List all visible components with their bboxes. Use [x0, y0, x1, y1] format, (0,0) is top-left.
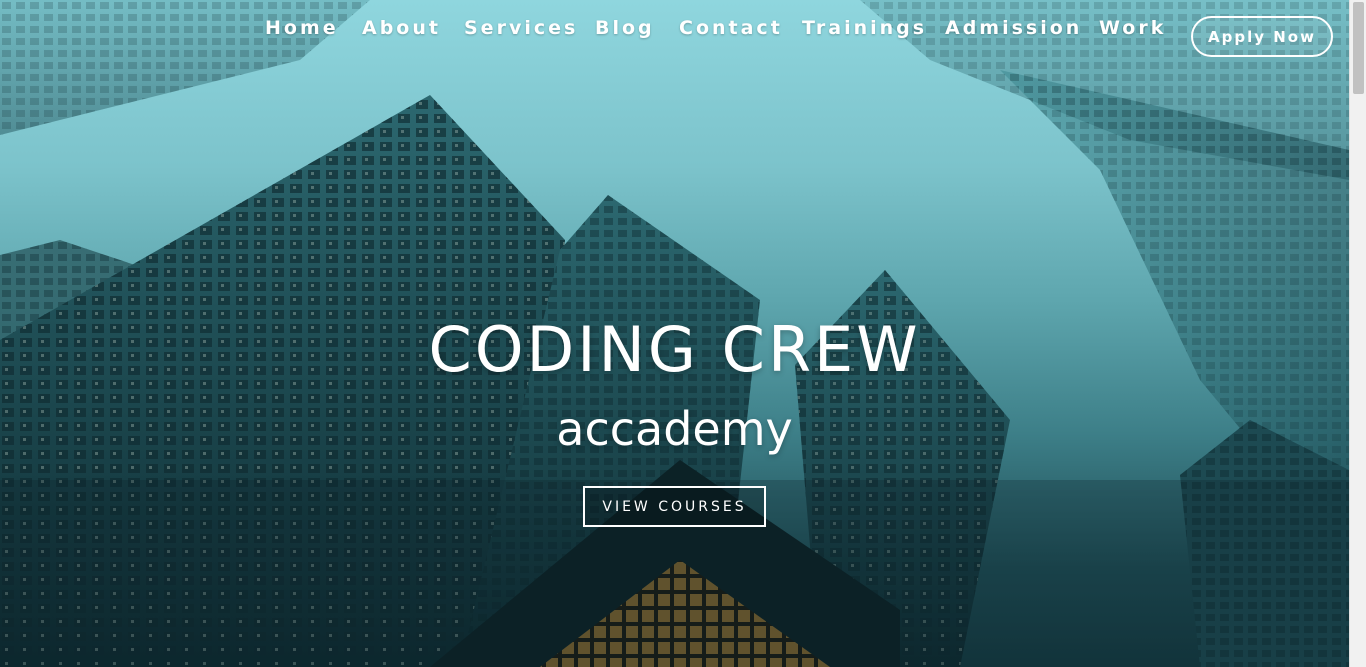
- nav-blog-link[interactable]: Blog: [595, 17, 655, 39]
- top-navigation: Home About Services Blog Contact Trainin…: [0, 0, 1349, 70]
- view-courses-button[interactable]: VIEW COURSES: [583, 486, 766, 527]
- hero-title: CODING CREW: [428, 313, 921, 386]
- hero-section: Home About Services Blog Contact Trainin…: [0, 0, 1349, 667]
- nav-about-link[interactable]: About: [362, 17, 441, 39]
- nav-services-link[interactable]: Services: [464, 17, 578, 39]
- nav-home-link[interactable]: Home: [265, 17, 339, 39]
- apply-now-button[interactable]: Apply Now: [1191, 16, 1333, 57]
- hero-subtitle: accademy: [556, 402, 793, 456]
- nav-work-link[interactable]: Work: [1099, 17, 1166, 39]
- nav-admission-link[interactable]: Admission: [945, 17, 1082, 39]
- page-scrollbar[interactable]: [1349, 0, 1366, 667]
- nav-contact-link[interactable]: Contact: [679, 17, 783, 39]
- scrollbar-thumb[interactable]: [1353, 2, 1364, 94]
- nav-trainings-link[interactable]: Trainings: [802, 17, 927, 39]
